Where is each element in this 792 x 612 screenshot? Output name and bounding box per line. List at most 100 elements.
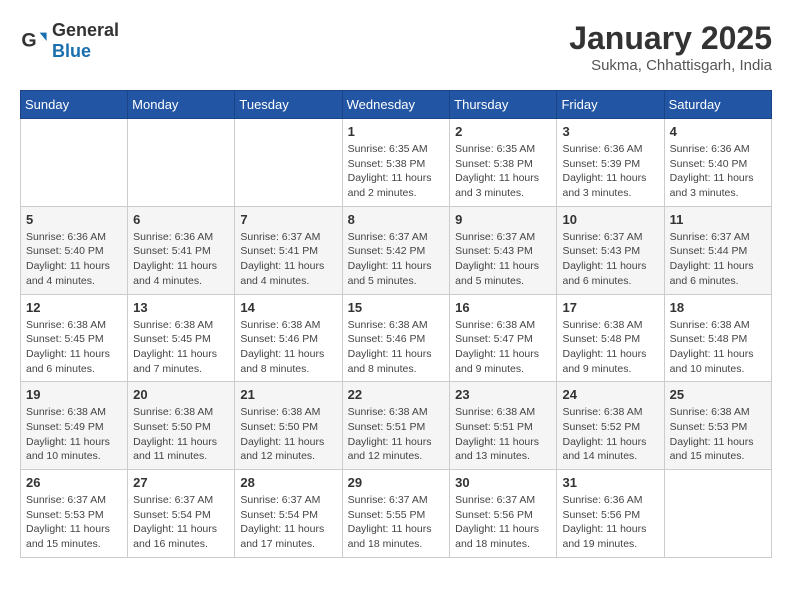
day-info: Sunrise: 6:38 AM Sunset: 5:46 PM Dayligh… <box>240 318 336 377</box>
day-info: Sunrise: 6:35 AM Sunset: 5:38 PM Dayligh… <box>455 142 551 201</box>
day-info: Sunrise: 6:37 AM Sunset: 5:44 PM Dayligh… <box>670 230 766 289</box>
calendar-cell: 16Sunrise: 6:38 AM Sunset: 5:47 PM Dayli… <box>450 294 557 382</box>
calendar-cell: 7Sunrise: 6:37 AM Sunset: 5:41 PM Daylig… <box>235 206 342 294</box>
day-of-week-header: Saturday <box>664 91 771 119</box>
day-info: Sunrise: 6:38 AM Sunset: 5:51 PM Dayligh… <box>455 405 551 464</box>
day-info: Sunrise: 6:37 AM Sunset: 5:43 PM Dayligh… <box>562 230 658 289</box>
calendar-cell: 29 Sunrise: 6:37 AM Sunset: 5:55 PM Dayli… <box>342 470 450 558</box>
calendar-week-row: 26 Sunrise: 6:37 AM Sunset: 5:53 PM Dayli… <box>21 470 772 558</box>
calendar-cell: 22 Sunrise: 6:38 AM Sunset: 5:51 PM Dayli… <box>342 382 450 470</box>
svg-text:G: G <box>21 30 36 52</box>
day-info: Sunrise: 6:38 AM Sunset: 5:45 PM Dayligh… <box>26 318 122 377</box>
page-header: G General Blue January 2025 Sukma, Chhat… <box>20 20 772 74</box>
day-info: Sunrise: 6:38 AM Sunset: 5:47 PM Dayligh… <box>455 318 551 377</box>
day-of-week-header: Monday <box>128 91 235 119</box>
day-number: 11 <box>670 212 766 227</box>
calendar-week-row: 19 Sunrise: 6:38 AM Sunset: 5:49 PM Dayli… <box>21 382 772 470</box>
calendar-cell: 13 Sunrise: 6:38 AM Sunset: 5:45 PM Dayli… <box>128 294 235 382</box>
calendar-cell: 28Sunrise: 6:37 AM Sunset: 5:54 PM Dayli… <box>235 470 342 558</box>
day-info: Sunrise: 6:36 AM Sunset: 5:41 PM Dayligh… <box>133 230 229 289</box>
calendar-cell: 12 Sunrise: 6:38 AM Sunset: 5:45 PM Dayli… <box>21 294 128 382</box>
day-info: Sunrise: 6:38 AM Sunset: 5:50 PM Dayligh… <box>240 405 336 464</box>
day-info: Sunrise: 6:36 AM Sunset: 5:40 PM Dayligh… <box>670 142 766 201</box>
day-number: 10 <box>562 212 658 227</box>
day-number: 22 <box>348 387 445 402</box>
day-number: 17 <box>562 300 658 315</box>
day-number: 29 <box>348 475 445 490</box>
day-info: Sunrise: 6:38 AM Sunset: 5:53 PM Dayligh… <box>670 405 766 464</box>
calendar-cell <box>235 119 342 207</box>
day-number: 31 <box>562 475 658 490</box>
calendar-cell: 18 Sunrise: 6:38 AM Sunset: 5:48 PM Dayli… <box>664 294 771 382</box>
day-number: 12 <box>26 300 122 315</box>
day-number: 18 <box>670 300 766 315</box>
day-info: Sunrise: 6:36 AM Sunset: 5:39 PM Dayligh… <box>562 142 658 201</box>
calendar-week-row: 12 Sunrise: 6:38 AM Sunset: 5:45 PM Dayli… <box>21 294 772 382</box>
day-number: 1 <box>348 124 445 139</box>
day-of-week-header: Wednesday <box>342 91 450 119</box>
day-info: Sunrise: 6:38 AM Sunset: 5:51 PM Dayligh… <box>348 405 445 464</box>
day-number: 4 <box>670 124 766 139</box>
calendar-cell: 21 Sunrise: 6:38 AM Sunset: 5:50 PM Dayli… <box>235 382 342 470</box>
day-info: Sunrise: 6:38 AM Sunset: 5:49 PM Dayligh… <box>26 405 122 464</box>
day-number: 28 <box>240 475 336 490</box>
calendar-cell: 30Sunrise: 6:37 AM Sunset: 5:56 PM Dayli… <box>450 470 557 558</box>
day-number: 20 <box>133 387 229 402</box>
calendar-cell: 31 Sunrise: 6:36 AM Sunset: 5:56 PM Dayli… <box>557 470 664 558</box>
day-number: 23 <box>455 387 551 402</box>
day-info: Sunrise: 6:37 AM Sunset: 5:41 PM Dayligh… <box>240 230 336 289</box>
calendar-cell: 5Sunrise: 6:36 AM Sunset: 5:40 PM Daylig… <box>21 206 128 294</box>
calendar-cell: 11 Sunrise: 6:37 AM Sunset: 5:44 PM Dayli… <box>664 206 771 294</box>
day-info: Sunrise: 6:37 AM Sunset: 5:54 PM Dayligh… <box>133 493 229 552</box>
calendar-cell: 23 Sunrise: 6:38 AM Sunset: 5:51 PM Dayli… <box>450 382 557 470</box>
logo-text-general: General <box>52 20 119 40</box>
calendar-cell: 10 Sunrise: 6:37 AM Sunset: 5:43 PM Dayli… <box>557 206 664 294</box>
calendar-week-row: 1 Sunrise: 6:35 AM Sunset: 5:38 PM Daylig… <box>21 119 772 207</box>
calendar-cell <box>21 119 128 207</box>
calendar-cell: 20Sunrise: 6:38 AM Sunset: 5:50 PM Dayli… <box>128 382 235 470</box>
calendar-week-row: 5Sunrise: 6:36 AM Sunset: 5:40 PM Daylig… <box>21 206 772 294</box>
logo-icon: G <box>20 27 48 55</box>
day-of-week-header: Sunday <box>21 91 128 119</box>
day-of-week-header: Tuesday <box>235 91 342 119</box>
calendar-header-row: SundayMondayTuesdayWednesdayThursdayFrid… <box>21 91 772 119</box>
day-number: 21 <box>240 387 336 402</box>
location: Sukma, Chhattisgarh, India <box>569 57 772 74</box>
month-title: January 2025 <box>569 20 772 57</box>
day-info: Sunrise: 6:37 AM Sunset: 5:42 PM Dayligh… <box>348 230 445 289</box>
calendar-cell: 14 Sunrise: 6:38 AM Sunset: 5:46 PM Dayli… <box>235 294 342 382</box>
title-block: January 2025 Sukma, Chhattisgarh, India <box>569 20 772 74</box>
day-number: 6 <box>133 212 229 227</box>
calendar-table: SundayMondayTuesdayWednesdayThursdayFrid… <box>20 90 772 558</box>
calendar-cell: 9 Sunrise: 6:37 AM Sunset: 5:43 PM Daylig… <box>450 206 557 294</box>
calendar-cell <box>664 470 771 558</box>
day-info: Sunrise: 6:37 AM Sunset: 5:55 PM Dayligh… <box>348 493 445 552</box>
calendar-cell: 2 Sunrise: 6:35 AM Sunset: 5:38 PM Daylig… <box>450 119 557 207</box>
day-number: 19 <box>26 387 122 402</box>
calendar-cell: 19 Sunrise: 6:38 AM Sunset: 5:49 PM Dayli… <box>21 382 128 470</box>
calendar-cell: 15Sunrise: 6:38 AM Sunset: 5:46 PM Dayli… <box>342 294 450 382</box>
day-of-week-header: Thursday <box>450 91 557 119</box>
day-number: 24 <box>562 387 658 402</box>
day-number: 3 <box>562 124 658 139</box>
calendar-cell: 26 Sunrise: 6:37 AM Sunset: 5:53 PM Dayli… <box>21 470 128 558</box>
day-number: 25 <box>670 387 766 402</box>
day-info: Sunrise: 6:37 AM Sunset: 5:43 PM Dayligh… <box>455 230 551 289</box>
day-info: Sunrise: 6:37 AM Sunset: 5:53 PM Dayligh… <box>26 493 122 552</box>
day-number: 8 <box>348 212 445 227</box>
day-number: 2 <box>455 124 551 139</box>
day-number: 13 <box>133 300 229 315</box>
day-number: 14 <box>240 300 336 315</box>
calendar-cell: 1Sunrise: 6:35 AM Sunset: 5:38 PM Daylig… <box>342 119 450 207</box>
calendar-cell: 27Sunrise: 6:37 AM Sunset: 5:54 PM Dayli… <box>128 470 235 558</box>
day-number: 9 <box>455 212 551 227</box>
calendar-cell: 24Sunrise: 6:38 AM Sunset: 5:52 PM Dayli… <box>557 382 664 470</box>
day-number: 15 <box>348 300 445 315</box>
day-info: Sunrise: 6:38 AM Sunset: 5:45 PM Dayligh… <box>133 318 229 377</box>
day-number: 26 <box>26 475 122 490</box>
day-info: Sunrise: 6:38 AM Sunset: 5:48 PM Dayligh… <box>670 318 766 377</box>
logo: G General Blue <box>20 20 119 62</box>
day-info: Sunrise: 6:36 AM Sunset: 5:56 PM Dayligh… <box>562 493 658 552</box>
calendar-cell: 4 Sunrise: 6:36 AM Sunset: 5:40 PM Daylig… <box>664 119 771 207</box>
calendar-cell <box>128 119 235 207</box>
